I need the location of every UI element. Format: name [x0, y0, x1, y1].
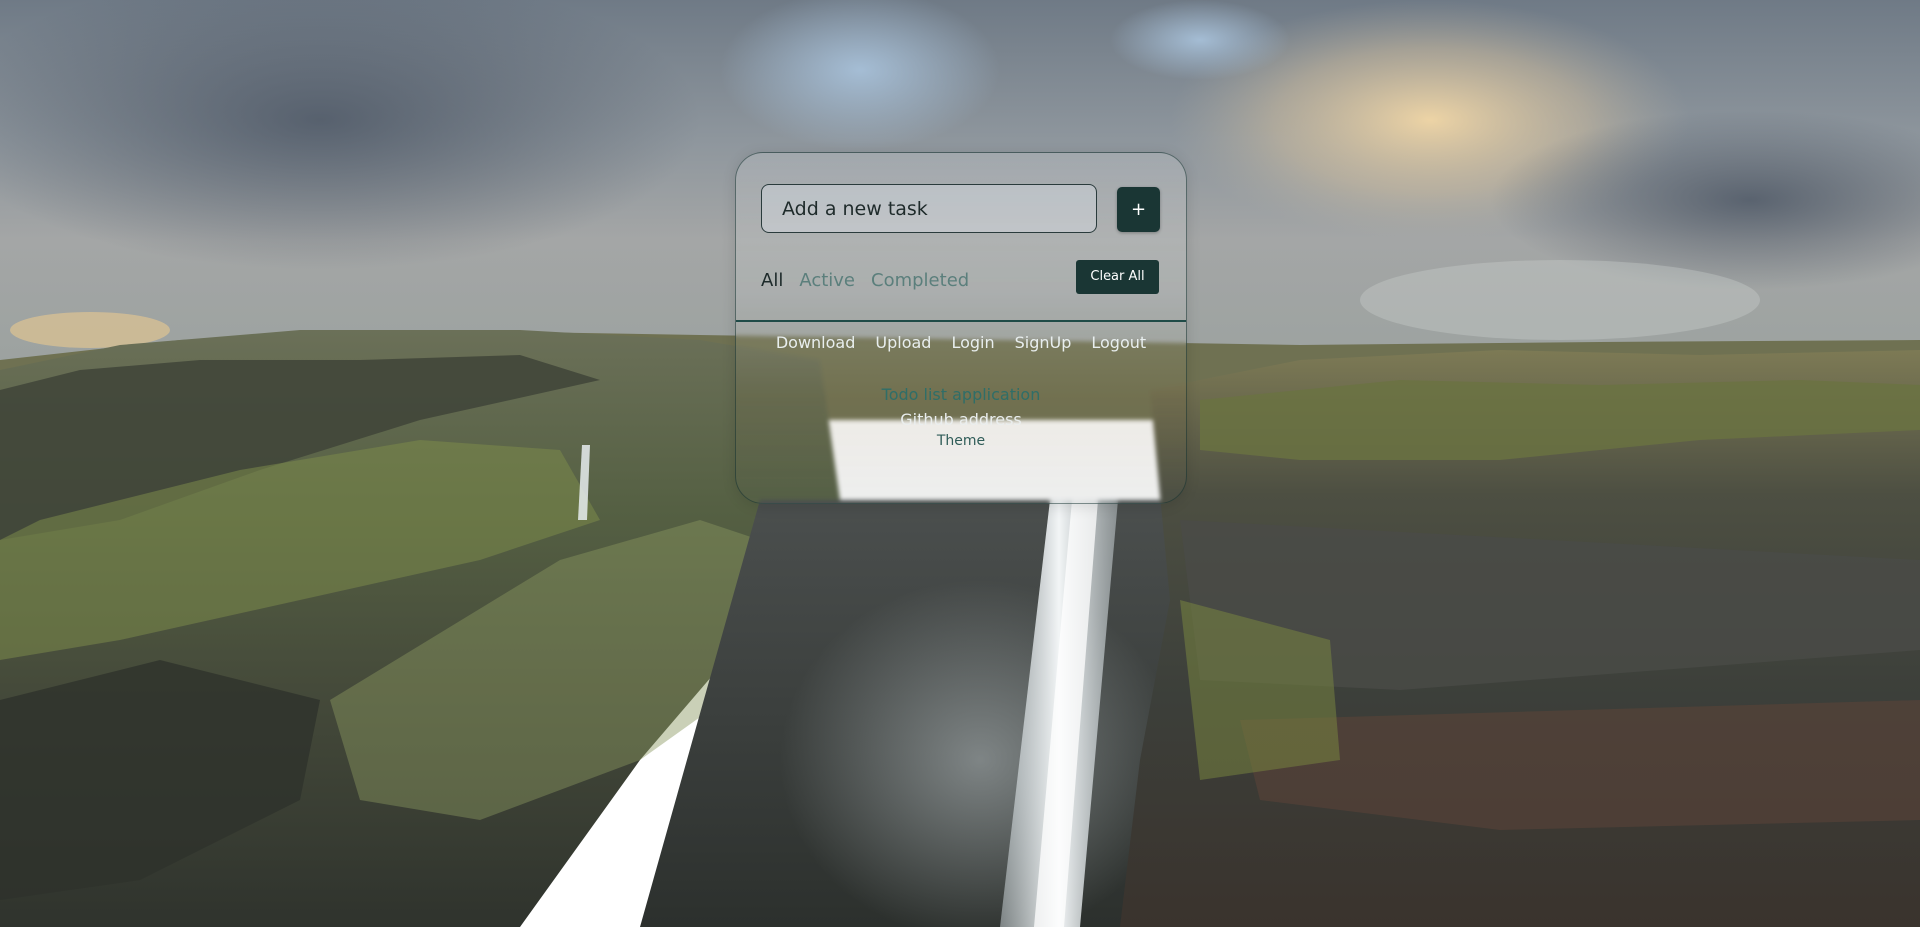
filter-tab-all[interactable]: All — [761, 270, 783, 291]
nav-link-upload[interactable]: Upload — [875, 333, 931, 352]
filter-tab-active[interactable]: Active — [799, 270, 855, 291]
add-task-button[interactable]: + — [1117, 187, 1160, 232]
nav-link-download[interactable]: Download — [776, 333, 856, 352]
theme-link[interactable]: Theme — [736, 433, 1186, 449]
app-title: Todo list application — [881, 385, 1041, 404]
clear-all-button[interactable]: Clear All — [1076, 260, 1159, 294]
filter-tab-completed[interactable]: Completed — [871, 270, 969, 291]
filter-tabs: All Active Completed — [761, 266, 969, 294]
github-address-link[interactable]: Github address — [736, 410, 1186, 429]
nav-link-signup[interactable]: SignUp — [1015, 333, 1072, 352]
nav-link-logout[interactable]: Logout — [1091, 333, 1146, 352]
todo-card: + All Active Completed Clear All Downloa… — [735, 152, 1187, 504]
new-task-input[interactable] — [761, 184, 1097, 233]
divider — [736, 320, 1186, 322]
bottom-nav: Download Upload Login SignUp Logout — [736, 333, 1186, 352]
nav-link-login[interactable]: Login — [951, 333, 994, 352]
